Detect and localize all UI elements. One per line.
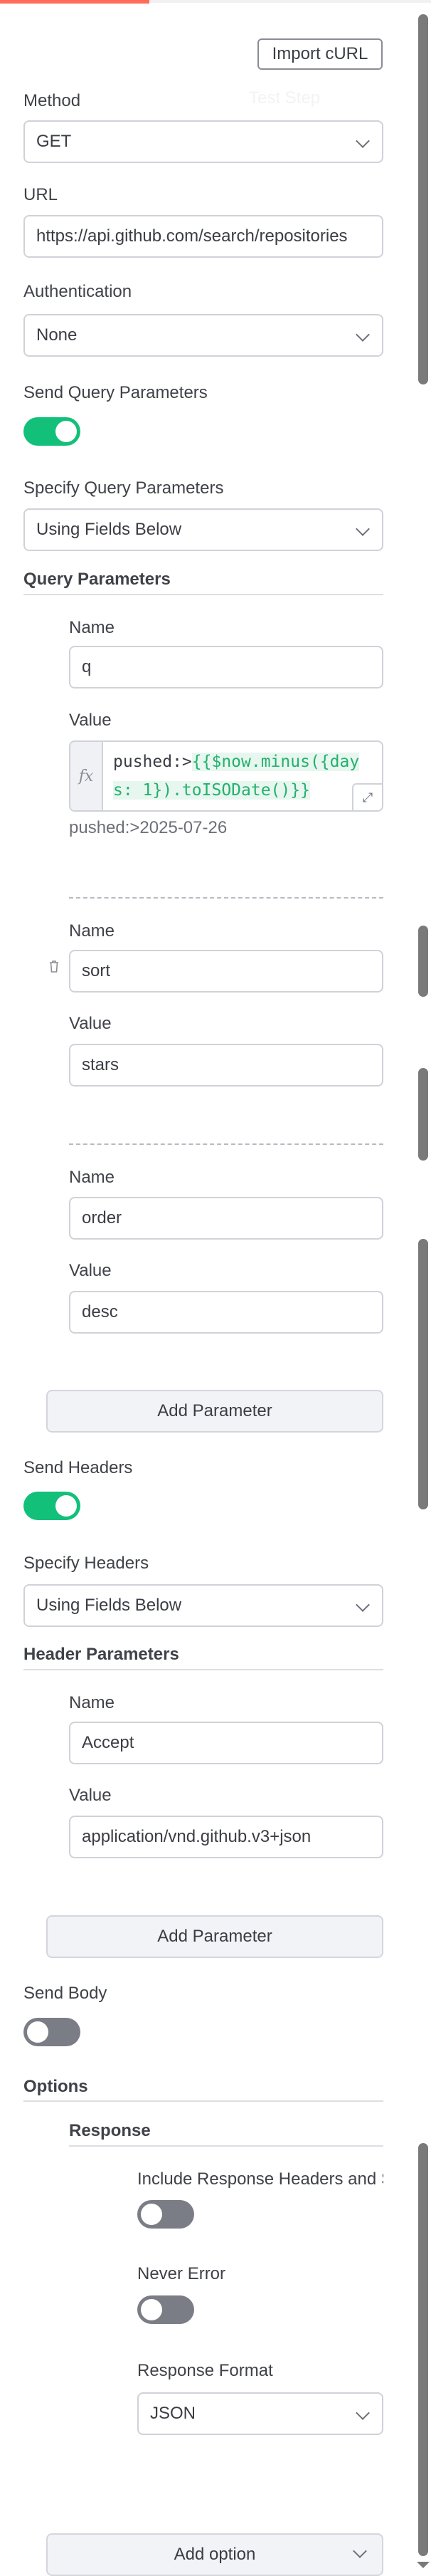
specify-headers-select[interactable]: Using Fields Below bbox=[23, 1584, 383, 1627]
section-divider bbox=[23, 2100, 383, 2102]
section-divider bbox=[69, 2145, 383, 2147]
param-value-label: Value bbox=[69, 711, 112, 730]
include-response-headers-label: Include Response Headers and Status bbox=[137, 2169, 383, 2189]
specify-query-select[interactable]: Using Fields Below bbox=[23, 508, 383, 551]
param-value-label: Value bbox=[69, 1014, 112, 1033]
include-response-headers-toggle[interactable] bbox=[137, 2200, 194, 2229]
response-format-value: JSON bbox=[150, 2404, 196, 2423]
param-divider bbox=[69, 1143, 383, 1145]
send-query-label: Send Query Parameters bbox=[23, 383, 208, 402]
param-name-input[interactable]: sort bbox=[69, 950, 383, 993]
scrollbar-thumb[interactable] bbox=[418, 2143, 428, 2556]
specify-query-label: Specify Query Parameters bbox=[23, 478, 224, 498]
param-name-label: Name bbox=[69, 921, 115, 941]
chevron-down-icon bbox=[356, 1598, 370, 1612]
response-format-select[interactable]: JSON bbox=[137, 2392, 383, 2435]
toggle-knob bbox=[141, 2204, 162, 2225]
scrollbar-thumb[interactable] bbox=[418, 1239, 428, 1509]
expression-static-text: pushed:> bbox=[113, 753, 192, 771]
never-error-toggle[interactable] bbox=[137, 2295, 194, 2324]
param-value-label: Value bbox=[69, 1261, 112, 1280]
send-query-toggle[interactable] bbox=[23, 417, 80, 446]
param-value-expression-editor[interactable]: fx pushed:>{{$now.minus({days: 1}).toISO… bbox=[69, 740, 383, 812]
expression-preview: pushed:>2025-07-26 bbox=[69, 818, 228, 837]
section-divider bbox=[23, 1669, 383, 1670]
fx-icon: fx bbox=[70, 742, 103, 810]
param-name-label: Name bbox=[69, 618, 115, 637]
chevron-down-icon bbox=[356, 328, 370, 342]
authentication-select[interactable]: None bbox=[23, 314, 383, 357]
scrollbar-thumb[interactable] bbox=[418, 926, 428, 997]
header-name-input[interactable]: Accept bbox=[69, 1722, 383, 1764]
header-value-label: Value bbox=[69, 1786, 112, 1805]
scrollbar-thumb[interactable] bbox=[418, 14, 428, 384]
add-option-button[interactable]: Add option bbox=[46, 2533, 383, 2576]
send-body-toggle[interactable] bbox=[23, 2018, 80, 2046]
param-name-label: Name bbox=[69, 1168, 115, 1187]
response-title: Response bbox=[69, 2121, 151, 2140]
specify-query-value: Using Fields Below bbox=[36, 520, 182, 539]
scroll-down-arrow-icon[interactable] bbox=[417, 2562, 430, 2568]
chevron-down-icon bbox=[356, 134, 370, 148]
specify-headers-label: Specify Headers bbox=[23, 1554, 149, 1573]
method-label: Method bbox=[23, 91, 81, 110]
scrollbar-thumb[interactable] bbox=[418, 1068, 428, 1161]
expand-icon[interactable]: ⤢ bbox=[352, 783, 382, 810]
method-select[interactable]: GET bbox=[23, 120, 383, 163]
header-parameters-title: Header Parameters bbox=[23, 1645, 179, 1664]
param-name-input[interactable]: q bbox=[69, 646, 383, 688]
param-name-input[interactable]: order bbox=[69, 1197, 383, 1240]
add-header-parameter-button[interactable]: Add Parameter bbox=[46, 1915, 383, 1958]
add-query-parameter-button[interactable]: Add Parameter bbox=[46, 1390, 383, 1433]
authentication-label: Authentication bbox=[23, 282, 132, 301]
toggle-knob bbox=[141, 2299, 162, 2320]
url-label: URL bbox=[23, 185, 58, 204]
url-input[interactable]: https://api.github.com/search/repositori… bbox=[23, 215, 383, 258]
response-format-label: Response Format bbox=[137, 2361, 273, 2380]
toggle-knob bbox=[27, 2021, 48, 2043]
param-value-input[interactable]: stars bbox=[69, 1044, 383, 1087]
test-step-ghost-label: Test Step bbox=[249, 88, 321, 108]
add-option-label: Add option bbox=[174, 2545, 256, 2564]
chevron-down-icon bbox=[356, 2406, 370, 2420]
send-headers-label: Send Headers bbox=[23, 1458, 133, 1477]
expression-code: pushed:>{{$now.minus({days: 1}).toISODat… bbox=[113, 748, 376, 805]
query-parameters-title: Query Parameters bbox=[23, 570, 171, 589]
param-value-input[interactable]: desc bbox=[69, 1291, 383, 1334]
import-curl-button[interactable]: Import cURL bbox=[257, 38, 383, 70]
method-value: GET bbox=[36, 132, 72, 151]
options-title: Options bbox=[23, 2077, 88, 2096]
send-headers-toggle[interactable] bbox=[23, 1492, 80, 1520]
header-value-input[interactable]: application/vnd.github.v3+json bbox=[69, 1816, 383, 1858]
param-divider bbox=[69, 897, 383, 899]
send-body-label: Send Body bbox=[23, 1984, 107, 2003]
header-name-label: Name bbox=[69, 1693, 115, 1712]
toggle-knob bbox=[55, 1495, 77, 1517]
never-error-label: Never Error bbox=[137, 2264, 226, 2283]
authentication-value: None bbox=[36, 325, 78, 345]
section-divider bbox=[23, 594, 383, 595]
loading-progress-bar bbox=[0, 0, 149, 4]
chevron-down-icon bbox=[353, 2544, 367, 2558]
trash-icon[interactable] bbox=[48, 960, 60, 973]
toggle-knob bbox=[55, 421, 77, 442]
chevron-down-icon bbox=[356, 522, 370, 536]
specify-headers-value: Using Fields Below bbox=[36, 1596, 182, 1615]
